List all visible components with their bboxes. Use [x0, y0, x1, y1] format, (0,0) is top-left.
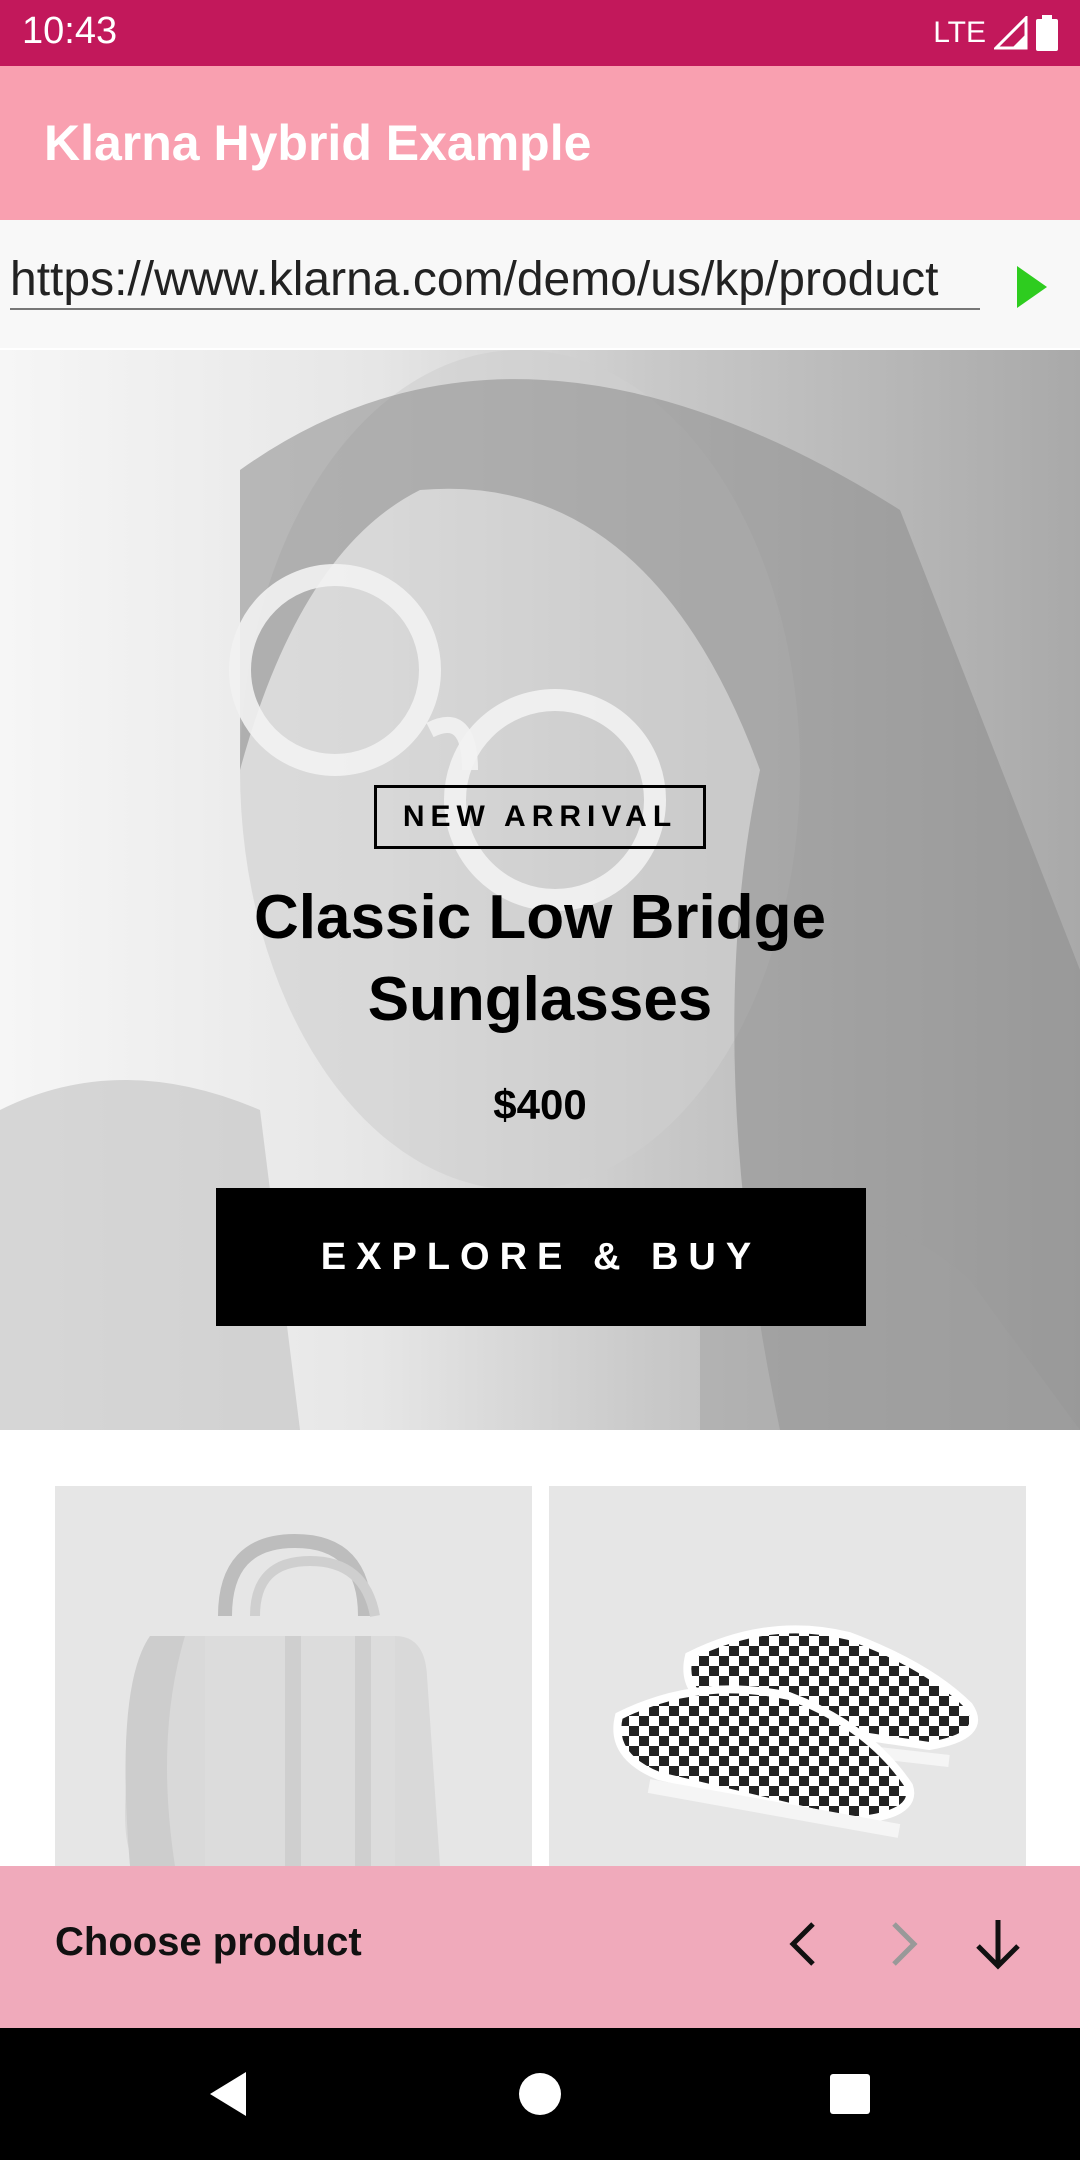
arrow-down-icon[interactable]: [968, 1914, 1028, 1974]
system-nav-bar: [0, 2028, 1080, 2160]
app-bar: Klarna Hybrid Example: [0, 66, 1080, 220]
app-title: Klarna Hybrid Example: [44, 115, 592, 171]
play-icon[interactable]: [1005, 258, 1055, 316]
product-card-handbag[interactable]: [55, 1486, 532, 1886]
product-title-line-1: Classic Low Bridge: [254, 883, 826, 952]
status-time: 10:43: [22, 10, 118, 52]
sneakers-image: [613, 1625, 978, 1838]
url-row: [0, 220, 1080, 348]
status-bar: 10:43 LTE: [0, 0, 1080, 66]
battery-icon: [1036, 15, 1058, 51]
home-icon[interactable]: [510, 2064, 570, 2124]
product-price: $400: [493, 1081, 587, 1128]
product-title-line-2: Sunglasses: [367, 965, 713, 1034]
hero-text: NEW ARRIVAL Classic Low Bridge Sunglasse…: [0, 785, 1080, 1129]
back-icon[interactable]: [198, 2064, 258, 2124]
recents-icon[interactable]: [820, 2064, 880, 2124]
chevron-left-icon[interactable]: [775, 1914, 835, 1974]
product-title: Classic Low Bridge Sunglasses: [0, 877, 1080, 1041]
product-card-sneakers[interactable]: [549, 1486, 1026, 1886]
handbag-image: [125, 1533, 440, 1866]
bottom-bar: Choose product: [0, 1866, 1080, 2028]
hero-banner: NEW ARRIVAL Classic Low Bridge Sunglasse…: [0, 350, 1080, 1430]
choose-product-label: Choose product: [55, 1920, 362, 1964]
explore-buy-button[interactable]: EXPLORE & BUY: [216, 1188, 866, 1326]
signal-icon: [994, 16, 1028, 50]
status-icons: LTE: [933, 10, 1058, 56]
url-input[interactable]: [10, 250, 980, 310]
new-arrival-badge: NEW ARRIVAL: [373, 785, 707, 849]
product-grid: [0, 1430, 1080, 1886]
chevron-right-icon[interactable]: [872, 1914, 932, 1974]
network-type: LTE: [933, 16, 986, 49]
